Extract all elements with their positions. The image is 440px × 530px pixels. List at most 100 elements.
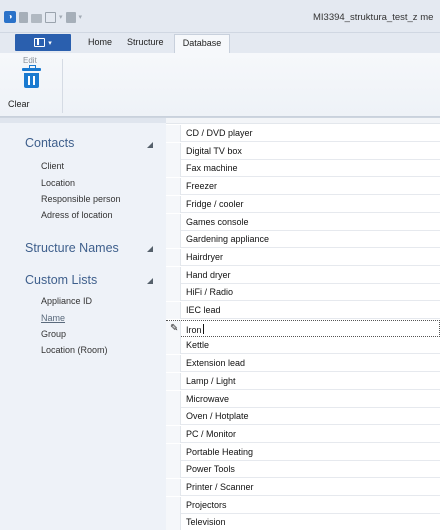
table-cell[interactable]: Portable Heating [186,447,253,457]
section-contacts[interactable]: Contacts [25,136,74,150]
row-selector[interactable] [166,284,181,302]
table-row[interactable]: Power Tools [166,461,440,479]
row-selector[interactable] [166,178,181,196]
table-cell[interactable]: Digital TV box [186,146,242,156]
new-document-icon[interactable] [19,11,28,23]
table-cell[interactable]: Fridge / cooler [186,199,244,209]
table-row[interactable]: Hairdryer [166,248,440,266]
table-row[interactable]: Hand dryer [166,266,440,284]
row-selector[interactable] [166,302,181,319]
nav-item-adress-of-location[interactable]: Adress of location [41,210,113,220]
table-cell[interactable]: Games console [186,217,249,227]
table-row[interactable]: HiFi / Radio [166,284,440,302]
collapse-arrow-icon[interactable] [147,246,153,252]
table-cell[interactable]: Kettle [186,340,209,350]
nav-item-location-room[interactable]: Location (Room) [41,345,108,355]
table-cell[interactable]: Television [186,517,226,527]
table-row[interactable]: IEC lead [166,302,440,319]
row-selector[interactable] [166,479,181,496]
table-cell[interactable]: Hand dryer [186,270,231,280]
collapse-arrow-icon[interactable] [147,142,153,148]
table-cell[interactable]: Gardening appliance [186,234,269,244]
table-row[interactable]: Oven / Hotplate [166,408,440,426]
table-row[interactable]: ✎ Iron [166,319,440,338]
table-row[interactable]: Fridge / cooler [166,195,440,213]
table-row[interactable]: Portable Heating [166,443,440,461]
row-selector[interactable] [166,390,181,408]
row-selector[interactable] [166,337,181,355]
table-cell[interactable]: Hairdryer [186,252,223,262]
table-row[interactable]: Printer / Scanner [166,479,440,496]
table-cell[interactable]: CD / DVD player [186,128,253,138]
nav-item-location[interactable]: Location [41,178,75,188]
row-selector[interactable] [166,425,181,443]
table-row[interactable]: Gardening appliance [166,231,440,249]
row-selector[interactable] [166,408,181,426]
clear-button-label: Clear [8,99,30,109]
cell-input[interactable]: Iron [186,323,204,335]
clear-button[interactable]: Clear [4,65,58,114]
nav-item-group[interactable]: Group [41,329,66,339]
row-selector[interactable] [166,355,181,373]
app-icon[interactable]: ◑ [4,11,16,23]
table-cell[interactable]: Lamp / Light [186,376,236,386]
section-custom-lists[interactable]: Custom Lists [25,273,97,287]
table-row[interactable]: Extension lead [166,355,440,373]
row-selector[interactable] [166,142,181,160]
table-cell[interactable]: Fax machine [186,163,238,173]
table-cell[interactable]: HiFi / Radio [186,287,233,297]
row-selector[interactable] [166,443,181,461]
collapse-arrow-icon[interactable] [147,278,153,284]
table-cell[interactable]: Printer / Scanner [186,482,254,492]
table-cell[interactable]: Projectors [186,500,227,510]
file-menu-button[interactable]: ▾ [15,34,71,51]
table-row[interactable]: Microwave [166,390,440,408]
row-selector[interactable] [166,496,181,514]
table-cell[interactable]: Oven / Hotplate [186,411,249,421]
table-row[interactable]: Fax machine [166,160,440,178]
row-selector[interactable] [166,160,181,178]
text-cursor [202,323,204,334]
table-cell[interactable]: IEC lead [186,305,221,315]
table-cell[interactable]: Microwave [186,394,229,404]
save-icon[interactable] [45,11,56,23]
open-folder-icon[interactable] [31,13,42,23]
table-row[interactable]: Games console [166,213,440,231]
row-selector[interactable] [166,213,181,231]
row-selector[interactable] [166,461,181,479]
navigation-sidebar: Contacts Client Location Responsible per… [0,117,166,530]
tab-database[interactable]: Database [174,34,230,54]
row-selector[interactable] [166,248,181,266]
table-row[interactable]: Lamp / Light [166,372,440,390]
table-row[interactable]: Freezer [166,178,440,196]
file-menu-icon [34,38,46,47]
row-selector[interactable] [166,125,181,142]
row-selector[interactable] [166,514,181,530]
table-row[interactable]: PC / Monitor [166,425,440,443]
tab-home[interactable]: Home [88,37,112,47]
row-selector[interactable] [166,231,181,249]
table-cell[interactable]: Extension lead [186,358,245,368]
row-selector[interactable]: ✎ [166,320,181,338]
nav-item-client[interactable]: Client [41,161,64,171]
tab-structure[interactable]: Structure [127,37,164,47]
table-row[interactable]: Kettle [166,337,440,355]
table-row[interactable]: Projectors [166,496,440,514]
table-row[interactable]: CD / DVD player [166,125,440,142]
nav-item-appliance-id[interactable]: Appliance ID [41,296,92,306]
row-selector[interactable] [166,372,181,390]
table-row[interactable]: Television [166,514,440,530]
table-row[interactable]: Digital TV box [166,142,440,160]
table-cell[interactable]: PC / Monitor [186,429,236,439]
save-dropdown-icon[interactable]: ▾ [59,13,63,21]
nav-item-responsible-person[interactable]: Responsible person [41,194,121,204]
section-structure-names[interactable]: Structure Names [25,241,119,255]
row-selector[interactable] [166,266,181,284]
table-cell[interactable]: Power Tools [186,464,235,474]
customize-toolbar-icon[interactable]: ▾ [79,13,83,21]
table-cell[interactable]: Freezer [186,181,217,191]
page-icon[interactable] [65,11,76,23]
row-selector[interactable] [166,195,181,213]
pencil-icon: ✎ [170,322,179,334]
nav-item-name[interactable]: Name [41,313,65,323]
